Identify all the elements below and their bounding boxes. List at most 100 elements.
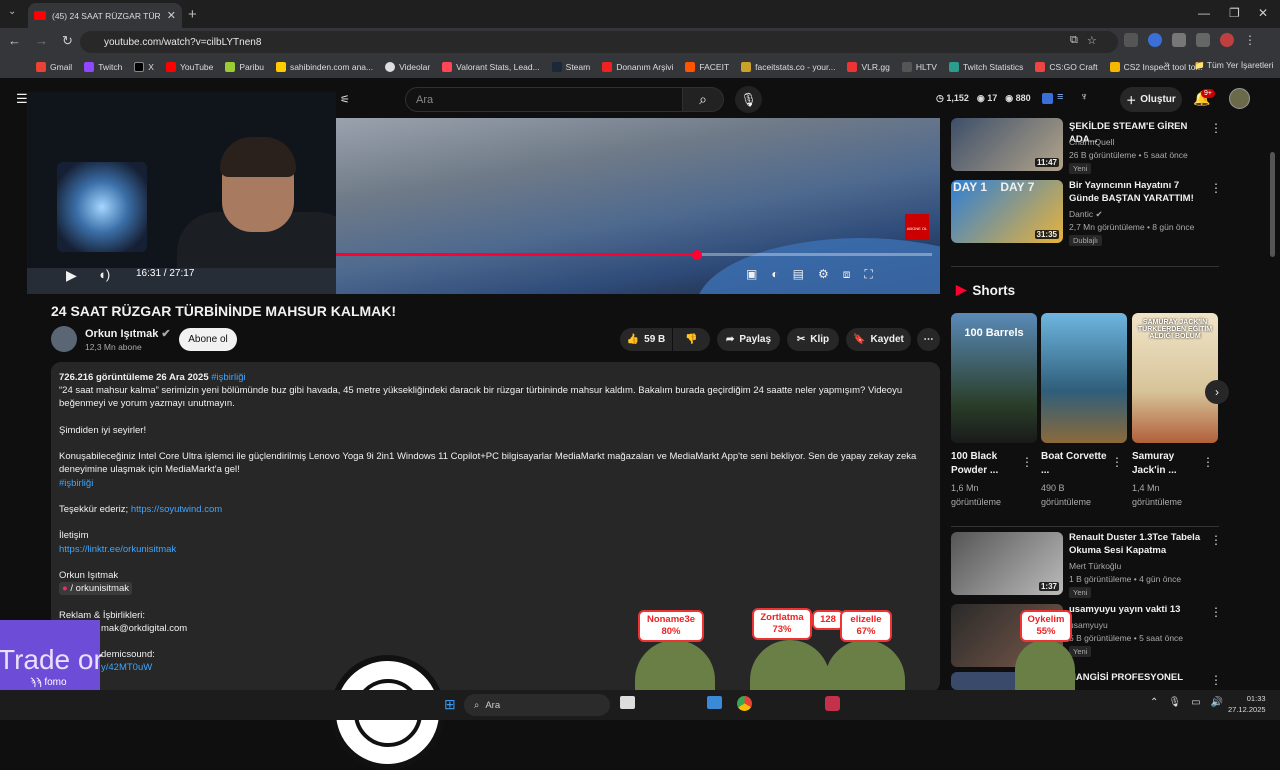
more-options-icon[interactable]: ⋮ — [1111, 455, 1123, 469]
hamburger-menu-icon[interactable]: ☰ — [16, 91, 28, 107]
bookmark-item[interactable]: CS:GO Craft — [1035, 62, 1098, 72]
bookmark-item[interactable]: Videolar — [385, 62, 430, 72]
install-app-icon[interactable]: ⧉ — [1070, 34, 1078, 47]
related-thumbnail[interactable]: DAY 1 DAY 7 31:35 — [951, 180, 1063, 243]
instagram-tag[interactable]: ● / orkunisitmak — [59, 582, 132, 596]
minimize-icon[interactable]: — — [1198, 6, 1210, 20]
more-options-icon[interactable]: ⋮ — [1210, 121, 1222, 135]
hashtag-link[interactable]: #işbirliği — [211, 372, 245, 383]
back-icon[interactable]: ← — [8, 33, 21, 49]
profile-icon[interactable] — [1220, 33, 1234, 47]
subtitles-icon[interactable]: ▤ — [793, 267, 804, 282]
tab-groups-icon[interactable] — [1196, 33, 1210, 47]
search-button[interactable]: ⌕ — [683, 87, 724, 112]
related-thumbnail[interactable]: 1:37 — [951, 532, 1063, 595]
related-channel[interactable]: usamyuyu — [1069, 620, 1108, 630]
bookmark-item[interactable]: HLTV — [901, 62, 937, 72]
short-title[interactable]: 100 Black Powder ... — [951, 450, 1025, 478]
bookmark-item[interactable]: VLR.gg — [847, 62, 890, 72]
microphone-icon[interactable]: 🎙 — [1168, 697, 1181, 708]
windows-start-icon[interactable]: ⊞ — [444, 696, 456, 713]
autoplay-toggle-icon[interactable]: ◐ — [771, 267, 778, 282]
related-thumbnail[interactable]: 11:47 — [951, 118, 1063, 171]
dislike-button[interactable]: 👎 — [673, 328, 710, 351]
bookmark-item[interactable]: sahibinden.com ana... — [275, 62, 373, 72]
taskbar-clock[interactable]: 01:33 27.12.2025 — [1228, 693, 1266, 715]
menu-kebab-icon[interactable]: ⋮ — [1244, 33, 1256, 47]
channel-avatar[interactable] — [51, 326, 77, 352]
related-title[interactable]: Bir Yayıncının Hayatını 7 Günde BAŞTAN Y… — [1069, 180, 1204, 205]
share-button[interactable]: ➦ Paylaş — [717, 328, 780, 351]
bookmark-star-icon[interactable]: ☆ — [1087, 34, 1097, 47]
account-avatar[interactable] — [1229, 88, 1250, 109]
forward-icon[interactable]: → — [35, 33, 48, 49]
mail-icon[interactable] — [707, 696, 722, 709]
short-thumbnail[interactable]: 100 Barrels — [951, 313, 1037, 443]
related-title[interactable]: usamyuyu yayın vakti 13 — [1069, 604, 1204, 617]
network-icon[interactable]: ▭ — [1191, 697, 1200, 708]
chrome-icon[interactable] — [737, 696, 752, 711]
more-actions-button[interactable]: ⋯ — [917, 328, 940, 351]
puzzle-icon[interactable] — [1172, 33, 1186, 47]
play-icon[interactable]: ▶ — [66, 267, 77, 284]
bookmark-item[interactable]: FACEIT — [685, 62, 729, 72]
more-bookmarks-icon[interactable]: » — [1164, 59, 1170, 70]
bookmark-item[interactable]: Donanım Arşivi — [602, 62, 673, 72]
short-thumbnail[interactable] — [1041, 313, 1127, 443]
bookmark-item[interactable]: CS2 Inspect tool to... — [1109, 62, 1203, 72]
bookmark-item[interactable]: X — [134, 62, 154, 72]
filter-icon[interactable]: ⚟ — [340, 93, 350, 106]
like-button[interactable]: 👍 59 B — [620, 328, 672, 351]
short-title[interactable]: Boat Corvette ... — [1041, 450, 1115, 478]
hashtag-link[interactable]: #işbirliği — [59, 477, 932, 490]
related-channel[interactable]: Dantic ✔ — [1069, 209, 1103, 220]
all-bookmarks[interactable]: 📁 Tüm Yer İşaretleri — [1194, 60, 1273, 71]
tab-search-icon[interactable]: ⌄ — [8, 6, 16, 17]
more-options-icon[interactable]: ⋮ — [1021, 455, 1033, 469]
app-icon[interactable] — [825, 696, 840, 711]
bookmark-item[interactable]: faceitstats.co - your... — [741, 62, 835, 72]
related-channel[interactable]: Mert Türkoğlu — [1069, 561, 1121, 571]
scrollbar[interactable] — [1270, 152, 1275, 257]
extension-icon[interactable] — [1148, 33, 1162, 47]
create-button[interactable]: ＋ Oluştur — [1120, 87, 1182, 112]
more-options-icon[interactable]: ⋮ — [1210, 605, 1222, 619]
progress-scrubber[interactable] — [691, 250, 702, 260]
bookmark-item[interactable]: Twitch Statistics — [948, 62, 1023, 72]
bookmark-item[interactable]: Steam — [551, 62, 590, 72]
miniplayer-icon[interactable]: ⧈ — [843, 267, 851, 282]
voice-search-button[interactable]: 🎙 — [735, 86, 762, 113]
related-channel[interactable]: CharmQuell — [1069, 137, 1114, 147]
new-tab-icon[interactable]: + — [188, 6, 197, 23]
extension-icon[interactable] — [1042, 93, 1053, 104]
settings-gear-icon[interactable]: ⚙ — [818, 267, 829, 282]
url-field[interactable]: youtube.com/watch?v=cilbLYTnen8 — [80, 31, 1118, 53]
bookmark-item[interactable]: YouTube — [165, 62, 213, 72]
more-options-icon[interactable]: ⋮ — [1202, 455, 1214, 469]
external-link[interactable]: https://soyutwind.com — [131, 504, 222, 515]
tray-expand-icon[interactable]: ⌃ — [1150, 697, 1158, 708]
more-options-icon[interactable]: ⋮ — [1210, 673, 1222, 687]
task-view-icon[interactable] — [620, 696, 635, 709]
close-window-icon[interactable]: ✕ — [1258, 6, 1268, 20]
bookmark-item[interactable]: Paribu — [225, 62, 264, 72]
search-input[interactable]: Ara — [405, 87, 683, 112]
trophy-icon[interactable]: ♆ — [1080, 91, 1088, 103]
more-options-icon[interactable]: ⋮ — [1210, 533, 1222, 547]
shorts-next-icon[interactable]: › — [1205, 380, 1229, 404]
more-options-icon[interactable]: ⋮ — [1210, 181, 1222, 195]
extension-player-icon[interactable]: ▣ — [746, 267, 757, 282]
short-thumbnail[interactable]: SAMURAY JACK'İN TÜRKLERDEN EĞİTİM ALDIĞI… — [1132, 313, 1218, 443]
reload-icon[interactable]: ↻ — [62, 33, 73, 49]
channel-name[interactable]: Orkun Işıtmak ✔ — [85, 327, 171, 340]
bookmark-item[interactable]: Valorant Stats, Lead... — [442, 62, 540, 72]
external-link[interactable]: https://linktr.ee/orkunisitmak — [59, 543, 932, 556]
extension-list-icon[interactable]: ≡ — [1057, 91, 1063, 103]
clip-button[interactable]: ✂ Klip — [787, 328, 839, 351]
extension-icon[interactable] — [1124, 33, 1138, 47]
bookmark-item[interactable]: Twitch — [84, 62, 122, 72]
description-box[interactable]: 726.216 görüntüleme 26 Ara 2025 #işbirli… — [51, 362, 940, 692]
volume-icon[interactable]: ◖) — [98, 267, 110, 282]
browser-tab[interactable]: (45) 24 SAAT RÜZGAR TÜRBİNİ ✕ — [28, 3, 182, 28]
subscribe-button[interactable]: Abone ol — [179, 328, 237, 351]
